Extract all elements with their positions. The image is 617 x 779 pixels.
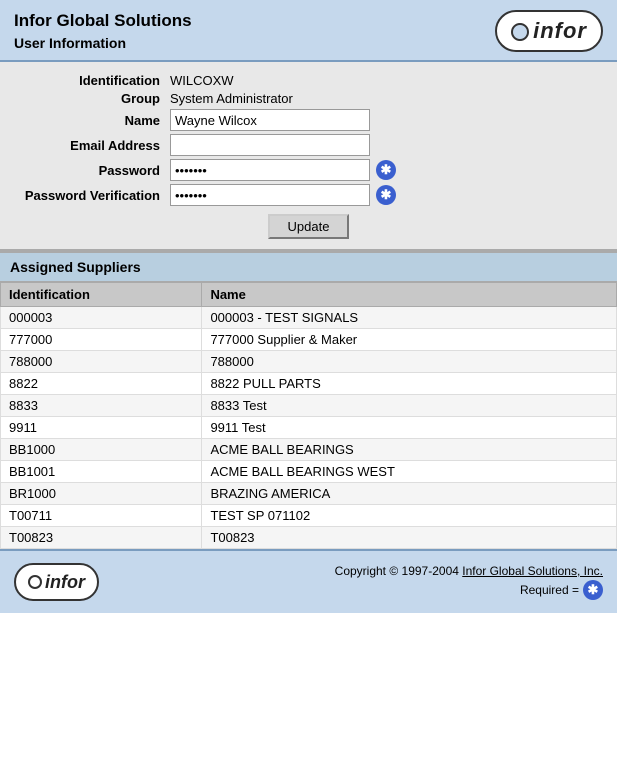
- section-title: User Information: [14, 35, 192, 51]
- footer-logo-circle-icon: [28, 575, 42, 589]
- table-row: 88338833 Test: [1, 395, 617, 417]
- supplier-name-cell: ACME BALL BEARINGS: [202, 439, 617, 461]
- footer-required-row: Required = ✱: [109, 580, 603, 600]
- header-text: Infor Global Solutions User Information: [14, 11, 192, 51]
- footer-logo: infor: [14, 563, 99, 601]
- password-verify-row: Password Verification ✱: [10, 184, 607, 206]
- supplier-id-cell: T00711: [1, 505, 202, 527]
- supplier-id-cell: 000003: [1, 307, 202, 329]
- col-header-name: Name: [202, 283, 617, 307]
- page-header: Infor Global Solutions User Information …: [0, 0, 617, 62]
- footer-logo-text: infor: [45, 572, 85, 593]
- table-row: BR1000BRAZING AMERICA: [1, 483, 617, 505]
- supplier-id-cell: 777000: [1, 329, 202, 351]
- table-header-row: Identification Name: [1, 283, 617, 307]
- required-label: Required =: [520, 583, 579, 597]
- header-logo: infor: [495, 10, 603, 52]
- email-row: Email Address: [10, 134, 607, 156]
- name-label: Name: [10, 113, 170, 128]
- update-button[interactable]: Update: [268, 214, 350, 239]
- group-label: Group: [10, 91, 170, 106]
- email-input[interactable]: [170, 134, 370, 156]
- password-row: Password ✱: [10, 159, 607, 181]
- supplier-id-cell: 8822: [1, 373, 202, 395]
- identification-value: WILCOXW: [170, 73, 234, 88]
- password-verify-label: Password Verification: [10, 188, 170, 203]
- supplier-id-cell: 788000: [1, 351, 202, 373]
- table-row: 788000788000: [1, 351, 617, 373]
- suppliers-header: Assigned Suppliers: [0, 251, 617, 282]
- table-row: 000003000003 - TEST SIGNALS: [1, 307, 617, 329]
- supplier-name-cell: BRAZING AMERICA: [202, 483, 617, 505]
- password-input[interactable]: [170, 159, 370, 181]
- footer-text-block: Copyright © 1997-2004 Infor Global Solut…: [99, 564, 603, 600]
- group-row: Group System Administrator: [10, 91, 607, 106]
- password-verify-field-group: ✱: [170, 184, 396, 206]
- supplier-id-cell: 8833: [1, 395, 202, 417]
- table-row: 99119911 Test: [1, 417, 617, 439]
- supplier-name-cell: 000003 - TEST SIGNALS: [202, 307, 617, 329]
- table-row: 88228822 PULL PARTS: [1, 373, 617, 395]
- logo-text: infor: [533, 18, 587, 44]
- password-verify-required-icon: ✱: [376, 185, 396, 205]
- email-label: Email Address: [10, 138, 170, 153]
- suppliers-table: Identification Name 000003000003 - TEST …: [0, 282, 617, 549]
- password-required-icon: ✱: [376, 160, 396, 180]
- copyright-text: Copyright © 1997-2004 Infor Global Solut…: [109, 564, 603, 578]
- supplier-id-cell: T00823: [1, 527, 202, 549]
- supplier-id-cell: 9911: [1, 417, 202, 439]
- supplier-name-cell: 8822 PULL PARTS: [202, 373, 617, 395]
- identification-row: Identification WILCOXW: [10, 73, 607, 88]
- supplier-id-cell: BB1001: [1, 461, 202, 483]
- logo-circle-icon: [511, 23, 529, 41]
- copyright-link[interactable]: Infor Global Solutions, Inc.: [462, 564, 603, 578]
- name-row: Name: [10, 109, 607, 131]
- app-title: Infor Global Solutions: [14, 11, 192, 31]
- supplier-name-cell: ACME BALL BEARINGS WEST: [202, 461, 617, 483]
- supplier-name-cell: T00823: [202, 527, 617, 549]
- supplier-name-cell: 788000: [202, 351, 617, 373]
- name-input[interactable]: [170, 109, 370, 131]
- supplier-id-cell: BB1000: [1, 439, 202, 461]
- password-verify-input[interactable]: [170, 184, 370, 206]
- page-footer: infor Copyright © 1997-2004 Infor Global…: [0, 549, 617, 613]
- col-header-id: Identification: [1, 283, 202, 307]
- supplier-id-cell: BR1000: [1, 483, 202, 505]
- password-label: Password: [10, 163, 170, 178]
- footer-required-icon: ✱: [583, 580, 603, 600]
- copyright-prefix: Copyright © 1997-2004: [335, 564, 463, 578]
- supplier-name-cell: 8833 Test: [202, 395, 617, 417]
- supplier-name-cell: 9911 Test: [202, 417, 617, 439]
- password-field-group: ✱: [170, 159, 396, 181]
- supplier-name-cell: TEST SP 071102: [202, 505, 617, 527]
- supplier-name-cell: 777000 Supplier & Maker: [202, 329, 617, 351]
- table-row: 777000777000 Supplier & Maker: [1, 329, 617, 351]
- table-row: T00823T00823: [1, 527, 617, 549]
- group-value: System Administrator: [170, 91, 293, 106]
- update-row: Update: [0, 214, 617, 239]
- table-row: BB1000ACME BALL BEARINGS: [1, 439, 617, 461]
- suppliers-section: Assigned Suppliers Identification Name 0…: [0, 251, 617, 549]
- user-info-section: Identification WILCOXW Group System Admi…: [0, 62, 617, 251]
- identification-label: Identification: [10, 73, 170, 88]
- table-row: BB1001ACME BALL BEARINGS WEST: [1, 461, 617, 483]
- table-row: T00711TEST SP 071102: [1, 505, 617, 527]
